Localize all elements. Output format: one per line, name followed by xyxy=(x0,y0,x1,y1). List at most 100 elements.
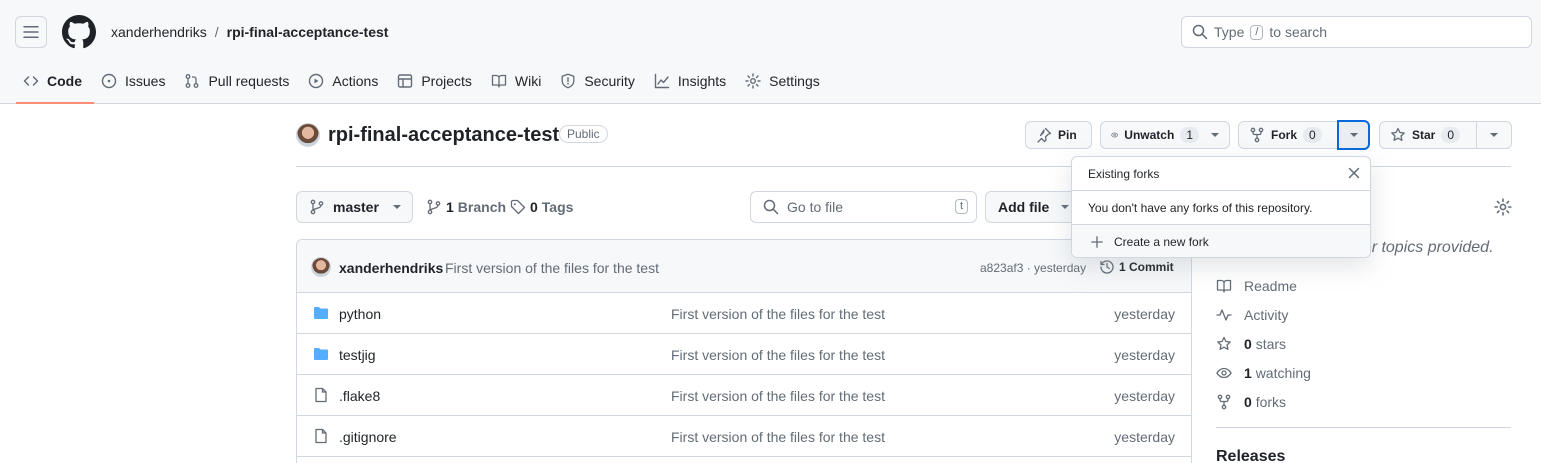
fork-counter: 0 xyxy=(1303,127,1322,143)
table-icon xyxy=(398,74,413,88)
file-table: xanderhendriks First version of the file… xyxy=(296,239,1192,463)
search-icon xyxy=(1192,24,1208,40)
tab-code[interactable]: Code xyxy=(16,64,94,104)
visibility-badge: Public xyxy=(559,125,608,143)
close-icon[interactable] xyxy=(1346,165,1362,181)
releases-heading[interactable]: Releases xyxy=(1216,448,1285,463)
forks-link[interactable]: 0 forks xyxy=(1216,394,1286,410)
file-date: yesterday xyxy=(1114,388,1175,404)
git-pull-request-icon xyxy=(186,74,199,88)
create-fork-button[interactable]: Create a new fork xyxy=(1072,225,1370,257)
commit-message[interactable]: First version of the files for the test xyxy=(445,260,659,276)
gear-icon[interactable] xyxy=(1494,198,1512,216)
search-placeholder-suffix: to search xyxy=(1269,24,1328,40)
chevron-down-icon xyxy=(392,205,401,209)
avatar[interactable] xyxy=(311,257,331,277)
eye-icon xyxy=(1216,367,1232,379)
book-icon xyxy=(1216,279,1232,293)
stars-link[interactable]: 0 stars xyxy=(1216,336,1286,352)
search-shortcut-key: / xyxy=(1250,24,1264,40)
tags-link[interactable]: 0 Tags xyxy=(510,199,573,215)
go-to-file-placeholder: Go to file xyxy=(787,199,844,215)
breadcrumb: xanderhendriks / rpi-final-acceptance-te… xyxy=(111,24,388,40)
tab-actions[interactable]: Actions xyxy=(301,64,390,98)
activity-label: Activity xyxy=(1244,307,1289,323)
breadcrumb-separator: / xyxy=(214,24,219,40)
branch-name: master xyxy=(333,199,379,215)
search-icon xyxy=(763,199,779,215)
folder-icon xyxy=(314,307,328,319)
chevron-down-icon xyxy=(1211,133,1219,137)
table-row: testjig First version of the files for t… xyxy=(297,334,1191,375)
breadcrumb-repo[interactable]: rpi-final-acceptance-test xyxy=(227,24,389,40)
breadcrumb-owner[interactable]: xanderhendriks xyxy=(111,24,207,40)
branches-link[interactable]: 1 Branch xyxy=(426,199,506,215)
app-header: xanderhendriks / rpi-final-acceptance-te… xyxy=(0,0,1541,104)
pin-button[interactable]: Pin xyxy=(1025,121,1092,149)
menu-button[interactable] xyxy=(15,16,47,48)
unwatch-button[interactable]: Unwatch 1 xyxy=(1100,121,1230,149)
star-icon xyxy=(1217,336,1231,350)
forks-count: 0 xyxy=(1244,394,1252,410)
folder-icon xyxy=(314,348,328,360)
add-file-label: Add file xyxy=(998,199,1050,215)
tab-label: Code xyxy=(47,73,82,89)
popover-title: Existing forks xyxy=(1088,166,1160,181)
star-dropdown-button[interactable] xyxy=(1476,121,1512,149)
create-fork-label: Create a new fork xyxy=(1114,234,1209,249)
play-icon xyxy=(309,73,324,89)
watching-link[interactable]: 1 watching xyxy=(1216,365,1311,381)
repo-nav: Code Issues Pull requests Actions Projec… xyxy=(16,64,832,104)
git-branch-icon xyxy=(310,199,324,215)
pin-label: Pin xyxy=(1058,128,1077,142)
add-file-button[interactable]: Add file xyxy=(985,191,1085,223)
star-button[interactable]: Star 0 xyxy=(1379,121,1477,149)
branch-select-button[interactable]: master xyxy=(296,191,413,223)
repo-forked-icon xyxy=(1217,394,1231,410)
file-commit-message[interactable]: First version of the files for the test xyxy=(671,388,885,404)
tab-insights[interactable]: Insights xyxy=(647,64,738,98)
fork-button[interactable]: Fork 0 xyxy=(1238,121,1338,149)
owner-avatar[interactable] xyxy=(296,123,320,147)
tab-label: Wiki xyxy=(514,73,542,89)
commit-sha-time[interactable]: a823af3 · yesterday xyxy=(980,261,1086,275)
readme-link[interactable]: Readme xyxy=(1216,278,1297,294)
readme-label: Readme xyxy=(1244,278,1297,294)
file-name[interactable]: .flake8 xyxy=(339,388,380,404)
activity-link[interactable]: Activity xyxy=(1216,307,1288,323)
file-name[interactable]: .gitignore xyxy=(339,429,397,445)
tab-security[interactable]: Security xyxy=(553,64,647,98)
tab-pull-requests[interactable]: Pull requests xyxy=(177,64,301,98)
commit-author[interactable]: xanderhendriks xyxy=(339,260,443,276)
watching-count: 1 xyxy=(1244,365,1252,381)
fork-label: Fork xyxy=(1271,128,1298,142)
hamburger-icon xyxy=(23,26,39,38)
file-commit-message[interactable]: First version of the files for the test xyxy=(671,306,885,322)
issue-opened-icon xyxy=(101,73,117,89)
divider xyxy=(1216,427,1511,428)
file-name[interactable]: python xyxy=(339,306,381,322)
tab-issues[interactable]: Issues xyxy=(94,64,177,98)
file-name[interactable]: testjig xyxy=(339,347,376,363)
branch-word: Branch xyxy=(457,199,507,215)
repo-title[interactable]: rpi-final-acceptance-test xyxy=(328,124,559,147)
go-to-file-input[interactable]: Go to file t xyxy=(750,191,977,223)
chevron-down-icon xyxy=(1490,133,1498,137)
shield-icon xyxy=(561,73,575,89)
github-logo-icon[interactable] xyxy=(62,15,96,49)
chevron-down-icon xyxy=(1061,205,1070,209)
tab-wiki[interactable]: Wiki xyxy=(484,64,553,98)
tab-settings[interactable]: Settings xyxy=(738,64,832,98)
gear-icon xyxy=(745,73,761,89)
commit-count-link[interactable]: 1 Commit xyxy=(1099,259,1174,275)
file-commit-message[interactable]: First version of the files for the test xyxy=(671,347,885,363)
star-icon xyxy=(1391,127,1405,141)
fork-dropdown-button[interactable] xyxy=(1337,120,1370,150)
eye-icon xyxy=(1111,132,1119,138)
star-counter: 0 xyxy=(1441,127,1461,143)
tab-projects[interactable]: Projects xyxy=(390,64,484,98)
search-input[interactable]: Type / to search xyxy=(1181,16,1532,48)
file-commit-message[interactable]: First version of the files for the test xyxy=(671,429,885,445)
table-row: .flake8 First version of the files for t… xyxy=(297,375,1191,416)
unwatch-label: Unwatch xyxy=(1124,128,1175,142)
